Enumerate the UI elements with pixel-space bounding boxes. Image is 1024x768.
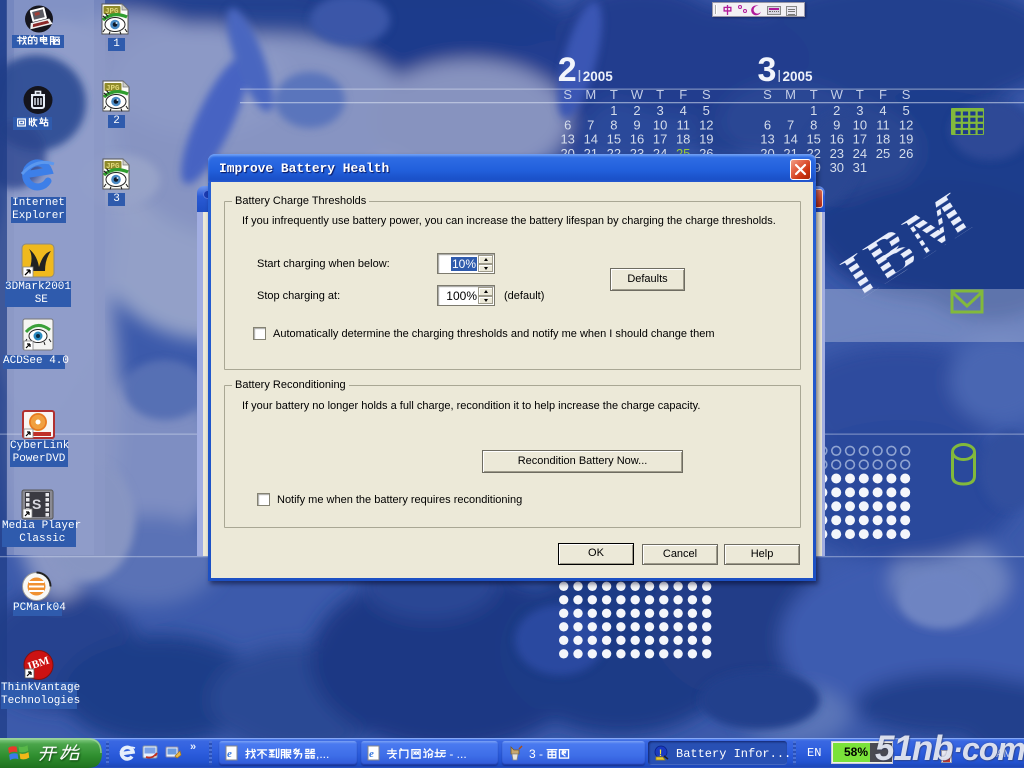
svg-text:10: 10 — [853, 117, 867, 132]
svg-text:17: 17 — [853, 132, 867, 147]
svg-text:2: 2 — [833, 103, 840, 118]
svg-text:1: 1 — [810, 103, 817, 118]
svg-text:6: 6 — [764, 117, 771, 132]
svg-text:3: 3 — [656, 103, 663, 118]
svg-text:18: 18 — [676, 132, 690, 147]
svg-text:15: 15 — [607, 132, 621, 147]
svg-text:11: 11 — [876, 117, 890, 132]
svg-text:13: 13 — [560, 132, 574, 147]
svg-text:8: 8 — [610, 117, 617, 132]
svg-text:F: F — [879, 87, 887, 102]
svg-text:19: 19 — [699, 132, 713, 147]
svg-text:4: 4 — [680, 103, 687, 118]
svg-text:S: S — [702, 87, 711, 102]
svg-text:3: 3 — [758, 51, 777, 89]
svg-text:e: e — [369, 748, 374, 760]
svg-text:12: 12 — [899, 117, 913, 132]
svg-text:2: 2 — [633, 103, 640, 118]
svg-text:!: ! — [659, 748, 662, 758]
svg-text:T: T — [656, 87, 664, 102]
svg-text:19: 19 — [899, 132, 913, 147]
svg-text:8: 8 — [810, 117, 817, 132]
svg-text:24: 24 — [853, 146, 867, 161]
svg-text:11: 11 — [676, 117, 690, 132]
svg-text:16: 16 — [630, 132, 644, 147]
svg-text:1: 1 — [610, 103, 617, 118]
svg-text:T: T — [810, 87, 818, 102]
svg-text:23: 23 — [830, 146, 844, 161]
svg-text:14: 14 — [783, 132, 797, 147]
svg-text:2005: 2005 — [583, 69, 614, 84]
svg-text:W: W — [831, 87, 844, 102]
svg-text:S: S — [32, 496, 41, 512]
svg-text:14: 14 — [584, 132, 598, 147]
svg-text:7: 7 — [587, 117, 594, 132]
svg-text:25: 25 — [876, 146, 890, 161]
svg-text:T: T — [610, 87, 618, 102]
svg-text:13: 13 — [760, 132, 774, 147]
svg-text:12: 12 — [699, 117, 713, 132]
svg-text:5: 5 — [703, 103, 710, 118]
svg-text:e: e — [227, 748, 232, 760]
svg-text:4: 4 — [879, 103, 886, 118]
svg-text:S: S — [763, 87, 772, 102]
svg-text:M: M — [785, 87, 796, 102]
svg-text:2: 2 — [558, 51, 577, 89]
svg-text:S: S — [563, 87, 572, 102]
svg-text:16: 16 — [830, 132, 844, 147]
svg-text:6: 6 — [564, 117, 571, 132]
svg-text:17: 17 — [653, 132, 667, 147]
svg-text:7: 7 — [787, 117, 794, 132]
svg-text:31: 31 — [853, 160, 867, 175]
svg-text:10: 10 — [653, 117, 667, 132]
svg-text:F: F — [679, 87, 687, 102]
svg-text:9: 9 — [633, 117, 640, 132]
svg-text:30: 30 — [830, 160, 844, 175]
svg-text:M: M — [585, 87, 596, 102]
svg-text:9: 9 — [833, 117, 840, 132]
svg-text:5: 5 — [902, 103, 909, 118]
svg-text:15: 15 — [806, 132, 820, 147]
svg-text:18: 18 — [876, 132, 890, 147]
svg-text:S: S — [902, 87, 911, 102]
svg-text:26: 26 — [899, 146, 913, 161]
svg-text:3: 3 — [856, 103, 863, 118]
svg-text:T: T — [856, 87, 864, 102]
svg-text:2005: 2005 — [783, 69, 814, 84]
svg-text:W: W — [631, 87, 644, 102]
